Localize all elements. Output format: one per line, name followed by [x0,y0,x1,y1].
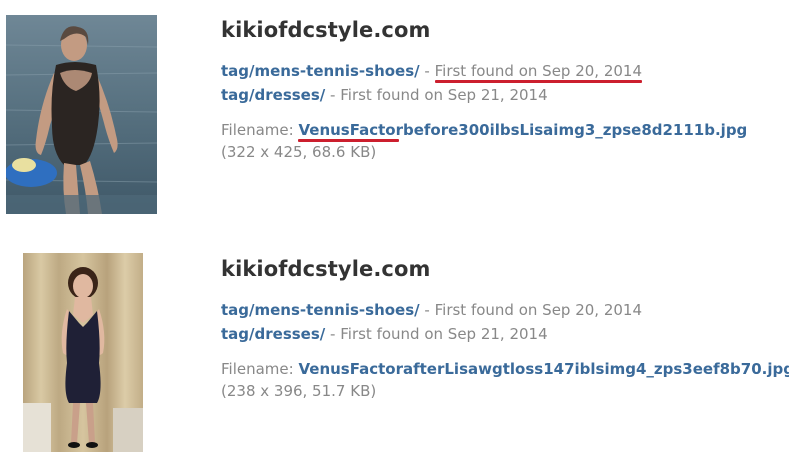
result-info: kikiofdcstyle.com tag/mens-tennis-shoes/… [221,17,747,163]
filename-line: Filename: VenusFactorbefore300ilbsLisaim… [221,119,747,141]
result-thumbnail[interactable] [6,15,157,214]
result-info: kikiofdcstyle.com tag/mens-tennis-shoes/… [221,256,789,402]
match-link[interactable]: tag/mens-tennis-shoes/ [221,301,420,319]
result-item: kikiofdcstyle.com tag/mens-tennis-shoes/… [0,0,789,230]
match-line: tag/mens-tennis-shoes/ - First found on … [221,59,747,83]
image-dimensions: (238 x 396, 51.7 KB) [221,382,377,400]
match-found-date: First found on Sep 21, 2014 [340,325,548,343]
result-site-title[interactable]: kikiofdcstyle.com [221,256,789,282]
match-separator: - [330,86,336,104]
search-results: kikiofdcstyle.com tag/mens-tennis-shoes/… [0,0,789,475]
image-dimensions: (322 x 425, 68.6 KB) [221,143,377,161]
match-separator: - [424,62,430,80]
result-thumbnail[interactable] [23,253,143,452]
filename-label: Filename: [221,360,294,378]
match-separator: - [424,301,430,319]
match-found-date: First found on Sep 21, 2014 [340,86,548,104]
filename-link[interactable]: VenusFactorbefore300ilbsLisaimg3_zpse8d2… [298,121,747,139]
result-site-title[interactable]: kikiofdcstyle.com [221,17,747,43]
match-link[interactable]: tag/dresses/ [221,86,325,104]
match-separator: - [330,325,336,343]
match-link[interactable]: tag/mens-tennis-shoes/ [221,62,420,80]
match-found-date: First found on Sep 20, 2014 [434,62,643,80]
match-line: tag/dresses/ - First found on Sep 21, 20… [221,83,747,107]
match-found-date: First found on Sep 20, 2014 [434,301,643,319]
filename-link[interactable]: VenusFactorafterLisawgtloss147iblsimg4_z… [298,360,789,378]
match-line: tag/dresses/ - First found on Sep 21, 20… [221,322,789,346]
match-link[interactable]: tag/dresses/ [221,325,325,343]
filename-line: Filename: VenusFactorafterLisawgtloss147… [221,358,789,380]
result-item: kikiofdcstyle.com tag/mens-tennis-shoes/… [0,240,789,475]
filename-label: Filename: [221,121,294,139]
match-line: tag/mens-tennis-shoes/ - First found on … [221,298,789,322]
